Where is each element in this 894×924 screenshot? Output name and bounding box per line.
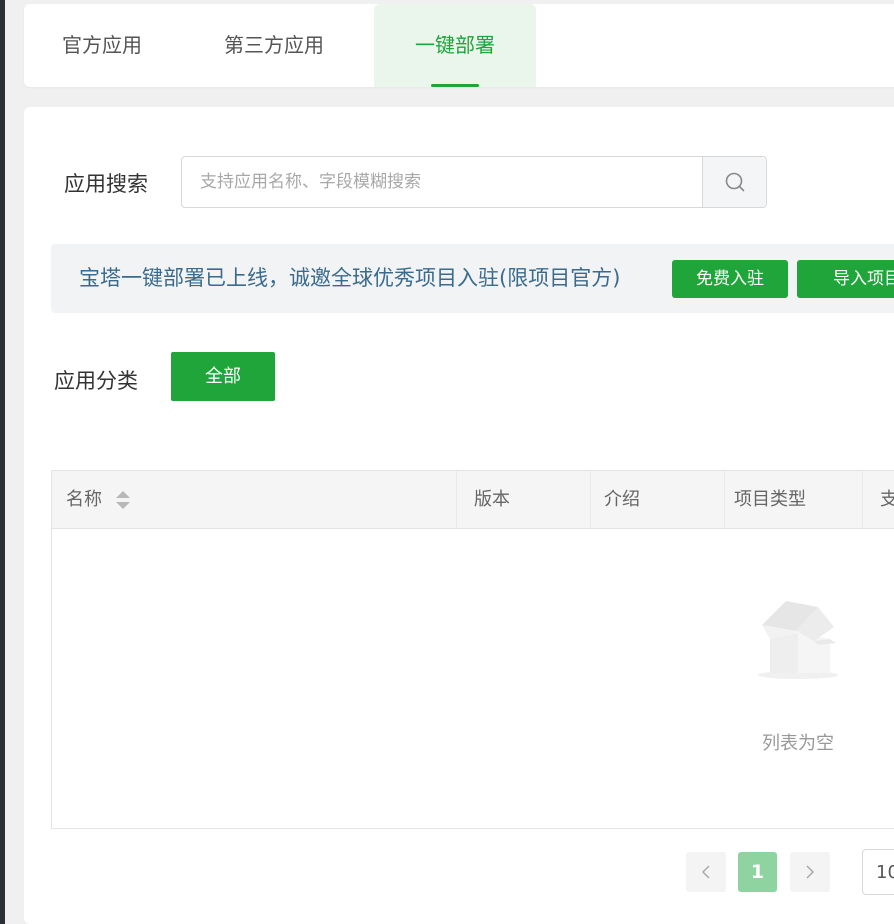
chevron-right-icon [806,865,815,879]
tab-one-click-deploy-label: 一键部署 [415,33,495,57]
free-join-button[interactable]: 免费入驻 [672,260,788,298]
active-tab-indicator [431,84,479,87]
tab-third-party-apps[interactable]: 第三方应用 [224,4,324,87]
category-all-button[interactable]: 全部 [171,352,275,401]
column-header-support: 支 [880,489,894,510]
search-box [181,156,767,208]
column-header-project-type: 项目类型 [734,489,806,510]
column-separator [862,471,863,528]
import-project-button[interactable]: 导入项目 [797,260,894,298]
column-header-name[interactable]: 名称 [66,471,102,528]
column-header-name-label: 名称 [66,489,102,510]
pagination-next-button[interactable] [790,852,830,892]
sidebar-edge [0,0,5,924]
column-separator [456,471,457,528]
page-size-select[interactable]: 10 [862,849,894,895]
search-button[interactable] [702,157,766,207]
column-header-version: 版本 [474,489,510,510]
column-header-intro: 介绍 [604,489,640,510]
search-input[interactable] [182,157,702,207]
tab-one-click-deploy[interactable]: 一键部署 [374,4,536,87]
table-header: 名称 版本 介绍 项目类型 支 [52,471,894,529]
search-label: 应用搜索 [64,172,148,196]
pagination-prev-button[interactable] [686,852,726,892]
tab-official-apps[interactable]: 官方应用 [62,4,142,87]
banner-text: 宝塔一键部署已上线，诚邀全球优秀项目入驻(限项目官方) [79,266,621,290]
category-label: 应用分类 [54,369,138,393]
main-panel: 应用搜索 宝塔一键部署已上线，诚邀全球优秀项目入驻(限项目官方) 免费入驻 导入… [24,107,894,924]
announcement-banner: 宝塔一键部署已上线，诚邀全球优秀项目入驻(限项目官方) 免费入驻 导入项目 [51,244,894,313]
empty-state-text: 列表为空 [762,733,834,754]
chevron-left-icon [701,865,710,879]
column-separator [724,471,725,528]
sort-icon[interactable] [114,488,132,512]
search-icon [725,172,744,192]
app-table: 名称 版本 介绍 项目类型 支 列表为空 [51,470,894,829]
pagination-page-current[interactable]: 1 [738,852,777,892]
tab-bar: 官方应用 第三方应用 一键部署 [24,4,894,87]
empty-box-icon [758,601,838,679]
column-separator [590,471,591,528]
